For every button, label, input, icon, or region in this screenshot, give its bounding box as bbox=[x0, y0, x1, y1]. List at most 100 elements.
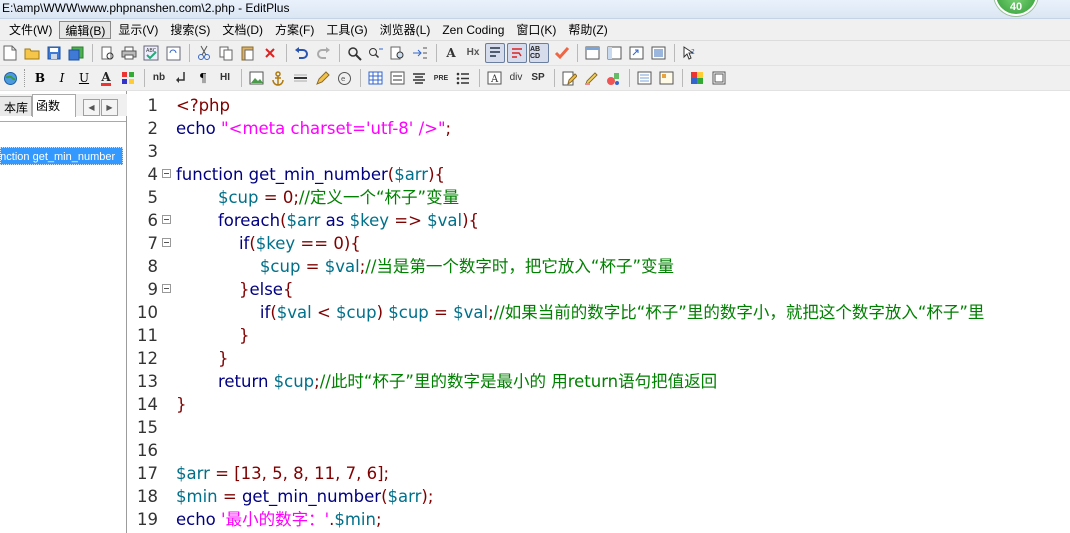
table-icon[interactable] bbox=[365, 68, 385, 88]
spell-sync-icon[interactable] bbox=[163, 43, 183, 63]
save-icon[interactable] bbox=[44, 43, 64, 63]
new-file-icon[interactable] bbox=[0, 43, 20, 63]
browser-icon[interactable] bbox=[0, 68, 20, 88]
open-folder-icon[interactable] bbox=[22, 43, 42, 63]
fold-toggle-icon[interactable] bbox=[162, 215, 171, 224]
menu-zen-coding[interactable]: Zen Coding bbox=[437, 21, 509, 39]
nbsp-button[interactable]: nb bbox=[149, 68, 169, 88]
save-all-icon[interactable] bbox=[66, 43, 86, 63]
code-line[interactable]: 6 foreach($arr as $key => $val){ bbox=[128, 209, 1070, 232]
fold-toggle-icon[interactable] bbox=[162, 284, 171, 293]
delete-icon[interactable] bbox=[260, 43, 280, 63]
font-color-button[interactable]: A bbox=[96, 68, 116, 88]
frame-icon[interactable] bbox=[709, 68, 729, 88]
menu-tools[interactable]: 工具(G) bbox=[321, 21, 372, 39]
find-icon[interactable] bbox=[344, 43, 364, 63]
tab-cliptext-library[interactable]: 本库 bbox=[0, 96, 32, 116]
code-line[interactable]: 15 bbox=[128, 416, 1070, 439]
code-line[interactable]: 2 echo "<meta charset='utf-8' />"; bbox=[128, 117, 1070, 140]
font-tag-icon[interactable]: A bbox=[484, 68, 504, 88]
print-preview-icon[interactable] bbox=[97, 43, 117, 63]
horizontal-rule-button[interactable]: HI bbox=[215, 68, 235, 88]
tab-scroll-right-button[interactable]: ▶ bbox=[101, 99, 118, 116]
tab-scroll-left-button[interactable]: ◀ bbox=[83, 99, 100, 116]
paint-icon[interactable] bbox=[603, 68, 623, 88]
menu-view[interactable]: 显示(V) bbox=[113, 21, 163, 39]
menu-help[interactable]: 帮助(Z) bbox=[563, 21, 612, 39]
fullscreen-icon[interactable] bbox=[648, 43, 668, 63]
paste-icon[interactable] bbox=[238, 43, 258, 63]
code-line[interactable]: 3 bbox=[128, 140, 1070, 163]
color-blocks-icon[interactable] bbox=[687, 68, 707, 88]
goto-line-icon[interactable] bbox=[410, 43, 430, 63]
font-size-icon[interactable]: A bbox=[441, 43, 461, 63]
menu-project[interactable]: 方案(F) bbox=[270, 21, 319, 39]
pre-button[interactable]: PRE bbox=[431, 68, 451, 88]
comment-icon[interactable]: e bbox=[334, 68, 354, 88]
cut-icon[interactable] bbox=[194, 43, 214, 63]
form-icon[interactable] bbox=[387, 68, 407, 88]
check-icon[interactable] bbox=[551, 43, 571, 63]
fold-toggle-icon[interactable] bbox=[162, 169, 171, 178]
code-line[interactable]: 8 $cup = $val;//当是第一个数字时，把它放入“杯子”变量 bbox=[128, 255, 1070, 278]
print-icon[interactable] bbox=[119, 43, 139, 63]
list-icon[interactable] bbox=[453, 68, 473, 88]
code-line[interactable]: 9 }else{ bbox=[128, 278, 1070, 301]
find-in-files-icon[interactable] bbox=[388, 43, 408, 63]
highlighter-icon[interactable] bbox=[581, 68, 601, 88]
menu-search[interactable]: 搜索(S) bbox=[165, 21, 215, 39]
hr-line-icon[interactable] bbox=[290, 68, 310, 88]
code-line[interactable]: 16 bbox=[128, 439, 1070, 462]
toolbar-grip[interactable] bbox=[24, 69, 28, 87]
css-edit-icon[interactable] bbox=[559, 68, 579, 88]
span-button[interactable]: SP bbox=[528, 68, 548, 88]
line-wrap-icon[interactable] bbox=[507, 43, 527, 63]
spell-check-icon[interactable]: ABC bbox=[141, 43, 161, 63]
menu-document[interactable]: 文档(D) bbox=[217, 21, 268, 39]
menu-file[interactable]: 文件(W) bbox=[4, 21, 57, 39]
code-line[interactable]: 7 if($key == 0){ bbox=[128, 232, 1070, 255]
preview-icon[interactable] bbox=[634, 68, 654, 88]
code-line[interactable]: 10 if($val < $cup) $cup = $val;//如果当前的数字… bbox=[128, 301, 1070, 324]
code-line[interactable]: 13 return $cup;//此时“杯子”里的数字是最小的 用return语… bbox=[128, 370, 1070, 393]
edit-pencil-icon[interactable] bbox=[312, 68, 332, 88]
underline-button[interactable]: U bbox=[74, 68, 94, 88]
anchor-icon[interactable] bbox=[268, 68, 288, 88]
code-line[interactable]: 1 <?php bbox=[128, 94, 1070, 117]
image-icon[interactable] bbox=[246, 68, 266, 88]
output-window-icon[interactable] bbox=[626, 43, 646, 63]
line-break-icon[interactable] bbox=[171, 68, 191, 88]
paragraph-button[interactable]: ¶ bbox=[193, 68, 213, 88]
fold-toggle-icon[interactable] bbox=[162, 238, 171, 247]
code-editor[interactable]: 1 <?php 2 echo "<meta charset='utf-8' />"; 3… bbox=[128, 91, 1070, 533]
function-list-item[interactable]: function get_min_number bbox=[0, 147, 123, 165]
code-line[interactable]: 18 $min = get_min_number($arr); bbox=[128, 485, 1070, 508]
word-wrap-icon[interactable] bbox=[485, 43, 505, 63]
code-line[interactable]: 11 } bbox=[128, 324, 1070, 347]
code-line[interactable]: 17 $arr = [13, 5, 8, 11, 7, 6]; bbox=[128, 462, 1070, 485]
undo-icon[interactable] bbox=[291, 43, 311, 63]
bold-button[interactable]: B bbox=[30, 68, 50, 88]
abcd-icon[interactable]: AB CD bbox=[529, 43, 549, 63]
window-list-icon[interactable] bbox=[582, 43, 602, 63]
notification-badge[interactable]: 40 bbox=[994, 0, 1038, 16]
color-palette-icon[interactable] bbox=[118, 68, 138, 88]
code-line[interactable]: 14} bbox=[128, 393, 1070, 416]
italic-button[interactable]: I bbox=[52, 68, 72, 88]
menu-edit[interactable]: 编辑(B) bbox=[59, 20, 112, 39]
help-cursor-icon[interactable]: ? bbox=[679, 43, 699, 63]
menu-browser[interactable]: 浏览器(L) bbox=[375, 21, 436, 39]
code-line[interactable]: 12 } bbox=[128, 347, 1070, 370]
tab-functions[interactable]: 函数 bbox=[32, 94, 76, 117]
menu-window[interactable]: 窗口(K) bbox=[511, 21, 561, 39]
align-center-icon[interactable] bbox=[409, 68, 429, 88]
code-line[interactable]: 5 $cup = 0;//定义一个“杯子”变量 bbox=[128, 186, 1070, 209]
template-icon[interactable] bbox=[656, 68, 676, 88]
replace-icon[interactable] bbox=[366, 43, 386, 63]
directory-window-icon[interactable] bbox=[604, 43, 624, 63]
heading-icon[interactable]: Hx bbox=[463, 43, 483, 63]
code-line[interactable]: 4 function get_min_number($arr){ bbox=[128, 163, 1070, 186]
div-button[interactable]: div bbox=[506, 68, 526, 88]
redo-icon[interactable] bbox=[313, 43, 333, 63]
copy-icon[interactable] bbox=[216, 43, 236, 63]
